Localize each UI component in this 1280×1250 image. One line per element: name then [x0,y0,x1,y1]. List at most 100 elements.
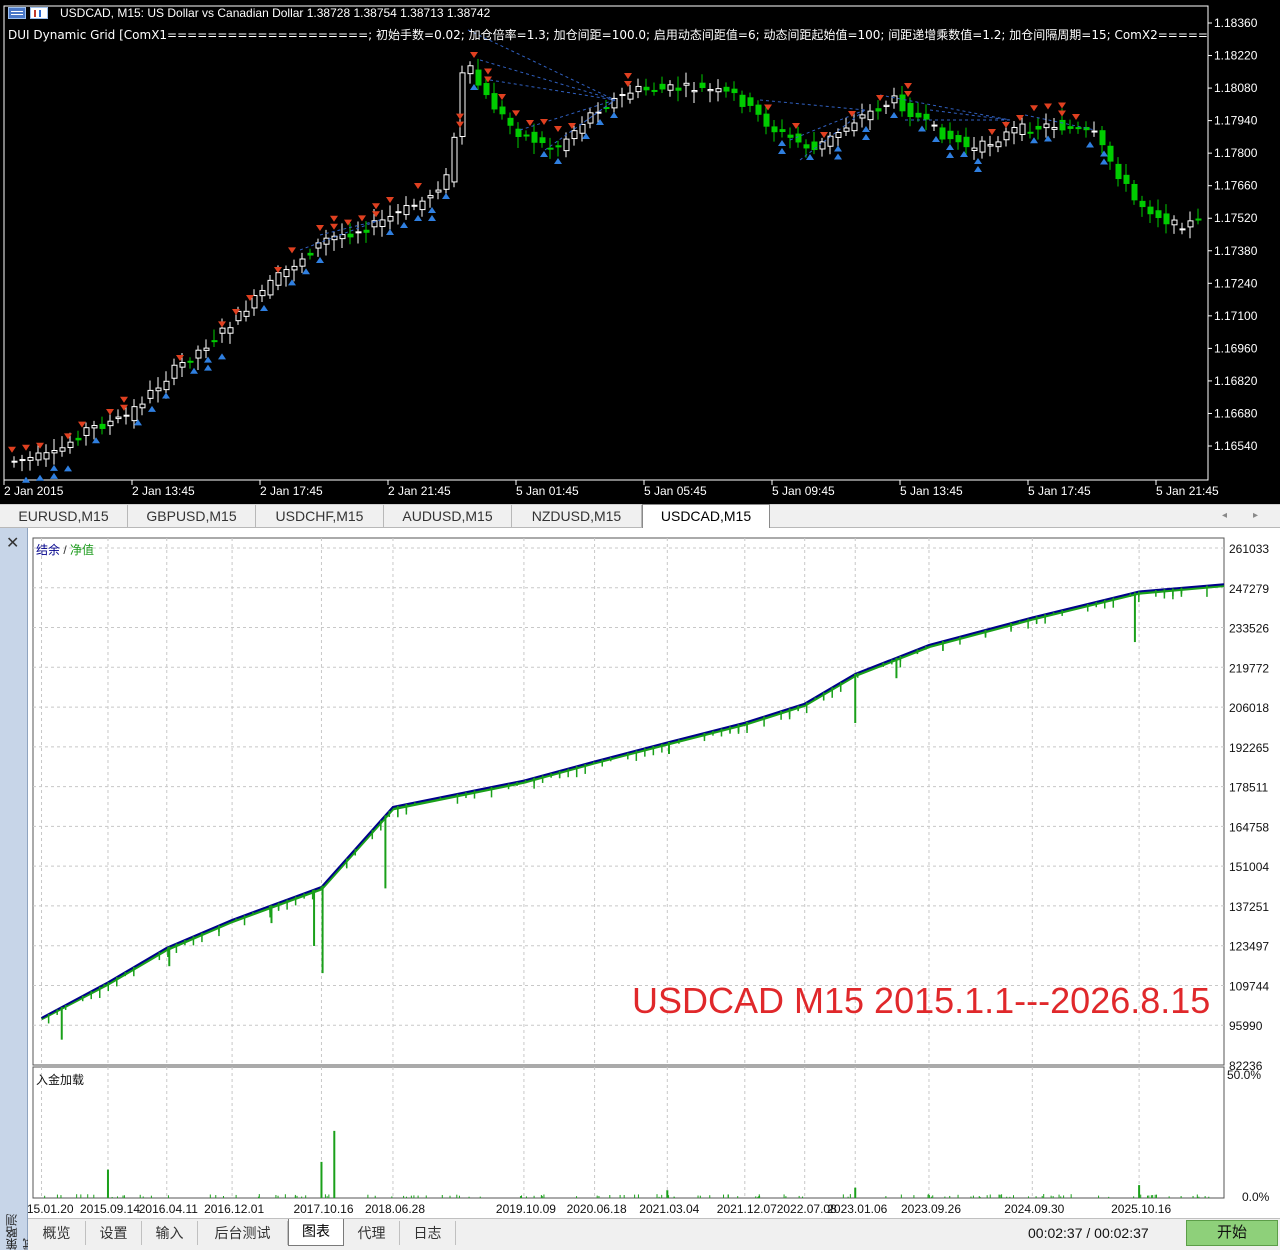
buy-arrow-icon [610,112,618,118]
candle-body [507,117,514,126]
candle-body [1139,200,1146,208]
candle-body [579,123,586,134]
x-axis-label: 2025.10.16 [1111,1202,1171,1216]
sell-arrow-icon [512,110,520,117]
tab-agents[interactable]: 代理 [344,1221,400,1245]
y-axis-label: 109744 [1229,979,1269,993]
time-label: 5 Jan 13:45 [900,484,963,498]
tab-eurusd[interactable]: EURUSD,M15 [0,505,128,528]
candle-body [531,131,538,143]
legend-balance: 结余 [36,543,61,557]
buy-arrow-icon [36,474,44,481]
candle-body [1059,119,1066,131]
close-icon[interactable]: ✕ [6,536,19,552]
tab-usdcad[interactable]: USDCAD,M15 [642,504,770,529]
sell-arrow-icon [372,211,380,218]
price-chart[interactable]: 1.18360 1.18220 1.18080 1.17940 1.17800 1.176… [0,0,1280,504]
candle-body [259,290,266,297]
candle-body [27,456,34,461]
candle-body [219,327,226,334]
tab-gbpusd[interactable]: GBPUSD,M15 [128,505,256,528]
price-label: 1.17240 [1214,276,1258,290]
elapsed-timer: 00:02:37 / 00:02:37 [1028,1225,1149,1241]
price-label: 1.16680 [1214,406,1258,420]
candle-body [99,423,106,429]
time-label: 5 Jan 05:45 [644,484,707,498]
buy-arrow-icon [386,229,394,235]
sell-arrow-icon [372,203,380,210]
tab-nzdusd[interactable]: NZDUSD,M15 [512,505,642,528]
candle-body [715,88,722,93]
sell-arrow-icon [218,321,226,328]
trade-link-line [799,109,866,161]
candle-body [867,110,874,121]
candle-body [1123,174,1130,184]
sell-arrow-icon [344,219,352,226]
candle-body [83,427,90,436]
candle-body [899,94,906,112]
tab-inputs[interactable]: 输入 [142,1221,198,1245]
tab-graph[interactable]: 图表 [288,1219,344,1246]
price-label: 1.17940 [1214,114,1258,128]
buy-arrow-icon [918,125,926,132]
buy-arrow-icon [1086,141,1094,148]
candle-body [939,127,946,140]
window-icon [8,7,26,19]
price-label: 1.18360 [1214,16,1258,30]
candle-body [275,272,282,286]
tab-scroll-left-icon[interactable]: ◂ [1222,510,1227,521]
tab-settings[interactable]: 设置 [86,1221,142,1245]
candle-body [571,130,578,140]
buy-arrow-icon [596,119,604,125]
candle-body [299,258,306,267]
candle-body [267,279,274,296]
y-axis-label: 123497 [1229,940,1269,954]
start-button[interactable]: 开始 [1186,1220,1278,1246]
sell-arrow-icon [484,68,492,75]
sell-arrow-icon [1016,115,1024,121]
y-axis-label: 219772 [1229,661,1269,675]
sell-arrow-icon [904,83,912,89]
tab-audusd[interactable]: AUDUSD,M15 [384,505,512,528]
candle-body [683,82,690,86]
candle-body [11,460,18,463]
candle-body [883,104,890,107]
buy-arrow-icon [302,268,310,275]
time-label: 2 Jan 17:45 [260,484,323,498]
chart-header: USDCAD, M15: US Dollar vs Canadian Dolla… [8,6,490,20]
x-axis-label: 2017.10.16 [293,1202,353,1216]
candle-body [963,136,970,148]
candle-body [155,387,162,392]
candle-body [475,69,482,86]
one-click-trading-icon[interactable] [30,7,48,19]
price-label: 1.16820 [1214,374,1258,388]
sell-arrow-icon [470,52,478,58]
sell-arrow-icon [988,129,996,135]
sell-arrow-icon [8,446,16,453]
candle-body [139,403,146,409]
y-axis-label: 137251 [1229,900,1269,914]
candle-body [843,127,850,132]
candle-body [315,242,322,249]
price-chart-canvas[interactable]: 1.18360 1.18220 1.18080 1.17940 1.17800 1.176… [0,0,1280,504]
tab-usdchf[interactable]: USDCHF,M15 [256,505,384,528]
tab-backtest[interactable]: 后台测试 [198,1221,288,1245]
buy-arrow-icon [442,193,450,199]
candle-body [1067,126,1074,129]
candle-body [211,340,218,343]
graph-legend: 结余 / 净值 [36,541,94,558]
buy-arrow-icon [260,305,268,311]
tab-scroll-right-icon[interactable]: ▸ [1253,510,1258,521]
candle-body [35,452,42,461]
x-axis-label: 2024.09.30 [1004,1202,1064,1216]
candle-body [107,420,114,427]
tab-overview[interactable]: 概览 [28,1221,86,1245]
sell-arrow-icon [484,76,492,83]
equity-graph[interactable]: 261033 247279 233526 219772 206018 192265 1785… [28,528,1280,1218]
trade-link-line [489,79,616,101]
candle-body [243,310,250,317]
buy-arrow-icon [890,112,898,118]
tab-journal[interactable]: 日志 [400,1221,456,1245]
time-label: 2 Jan 21:45 [388,484,451,498]
load-plot-frame [32,1066,1225,1199]
